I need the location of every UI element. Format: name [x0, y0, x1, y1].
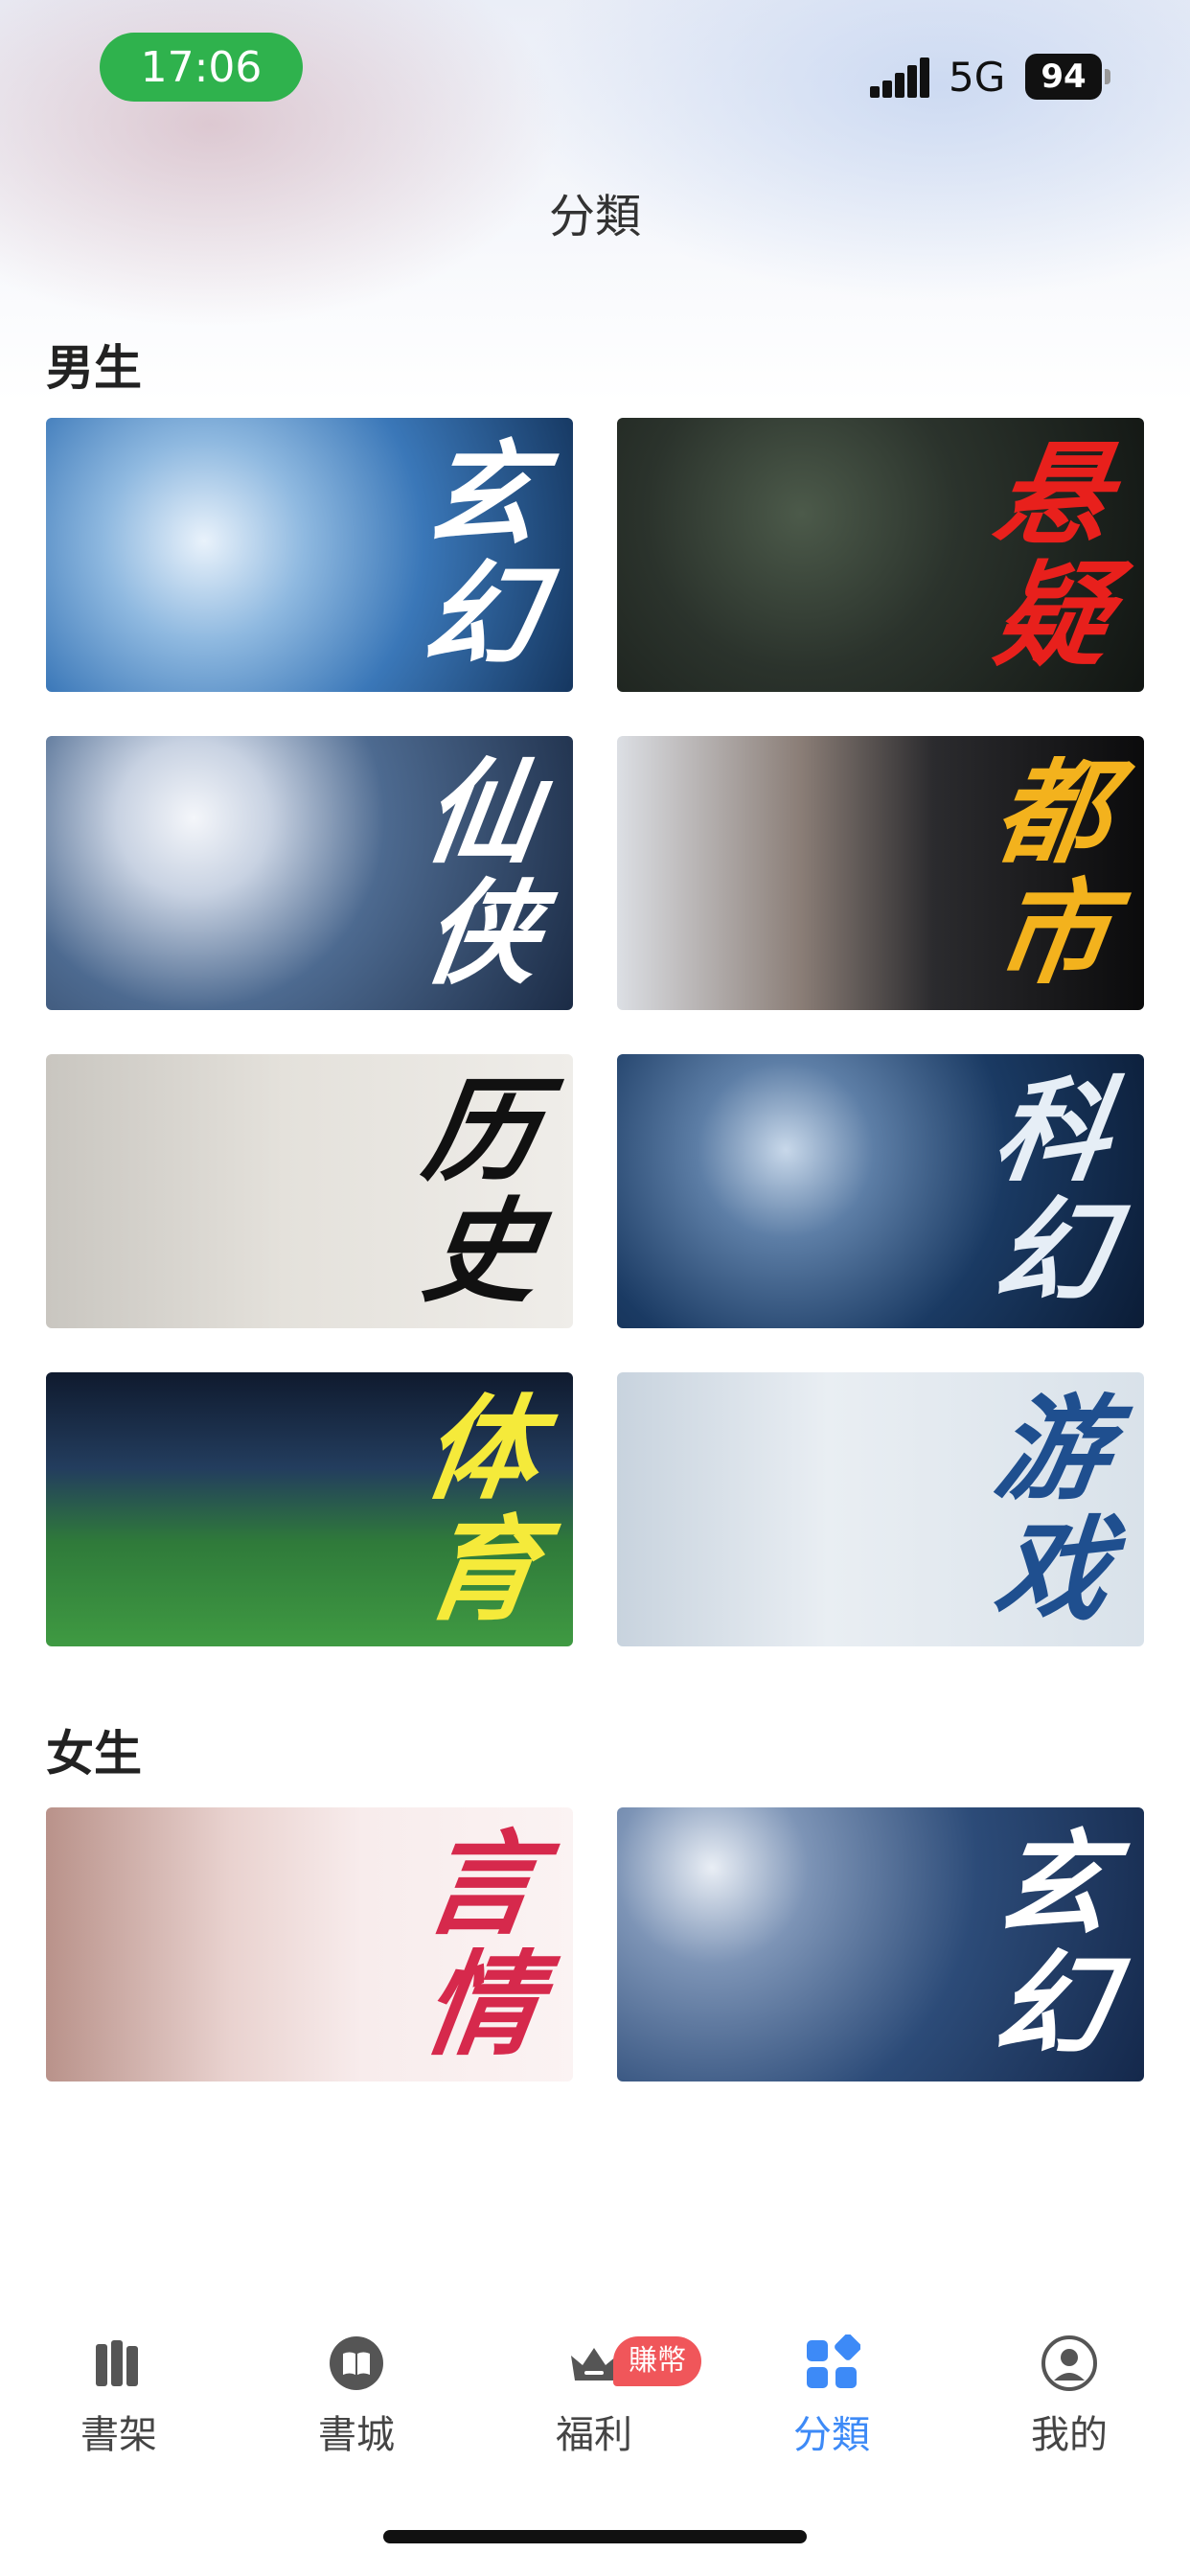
tab-label: 書架: [80, 2413, 157, 2457]
tab-bookshelf[interactable]: 書架: [42, 2334, 195, 2459]
tab-profile[interactable]: 我的: [993, 2334, 1146, 2459]
card-label: 玄 幻: [987, 1818, 1119, 2071]
category-card-xianxia[interactable]: 仙 侠: [46, 736, 573, 1010]
battery-level: 94: [1025, 54, 1102, 100]
category-card-xuanhuan-female[interactable]: 玄 幻: [617, 1807, 1144, 2082]
status-time: 17:06: [100, 33, 303, 102]
category-card-dushi[interactable]: 都 市: [617, 736, 1144, 1010]
category-card-kehuan[interactable]: 科 幻: [617, 1054, 1144, 1328]
book-store-icon: [330, 2336, 383, 2390]
tab-category[interactable]: 分類: [755, 2334, 908, 2459]
category-card-xuanyi[interactable]: 悬 疑: [617, 418, 1144, 692]
category-card-lishi[interactable]: 历 史: [46, 1054, 573, 1328]
category-card-xuanhuan[interactable]: 玄 幻: [46, 418, 573, 692]
card-label: 仙 侠: [416, 747, 548, 1000]
card-label: 游 戏: [987, 1383, 1119, 1636]
card-label: 都 市: [987, 747, 1119, 1000]
card-label: 历 史: [416, 1065, 548, 1318]
category-icon: [807, 2334, 861, 2388]
signal-icon: [870, 58, 929, 98]
tab-bookstore[interactable]: 書城: [280, 2334, 433, 2459]
status-bar: 17:06 5G 94: [0, 0, 1190, 134]
home-indicator[interactable]: [383, 2530, 807, 2543]
card-label: 言 情: [416, 1818, 548, 2071]
battery-tip: [1105, 69, 1110, 84]
network-type: 5G: [949, 54, 1006, 101]
tab-label: 分類: [793, 2413, 870, 2457]
profile-icon: [1041, 2335, 1097, 2391]
card-label: 悬 疑: [987, 428, 1119, 681]
category-card-youxi[interactable]: 游 戏: [617, 1372, 1144, 1646]
earn-coins-badge: 賺幣: [613, 2336, 701, 2386]
category-card-tiyu[interactable]: 体 育: [46, 1372, 573, 1646]
section-title-male: 男生: [46, 340, 142, 396]
page-title: 分類: [548, 190, 641, 243]
tab-label: 福利: [556, 2413, 632, 2457]
section-title-female: 女生: [46, 1726, 142, 1782]
bookshelf-icon: [96, 2340, 138, 2386]
card-label: 玄 幻: [416, 428, 548, 681]
card-label: 体 育: [416, 1383, 548, 1636]
tab-label: 我的: [1031, 2413, 1108, 2457]
tab-label: 書城: [318, 2413, 395, 2457]
card-label: 科 幻: [987, 1065, 1119, 1318]
bottom-tab-bar: 書架 書城 福利 分類 我的: [0, 2319, 1190, 2463]
category-card-yanqing[interactable]: 言 情: [46, 1807, 573, 2082]
